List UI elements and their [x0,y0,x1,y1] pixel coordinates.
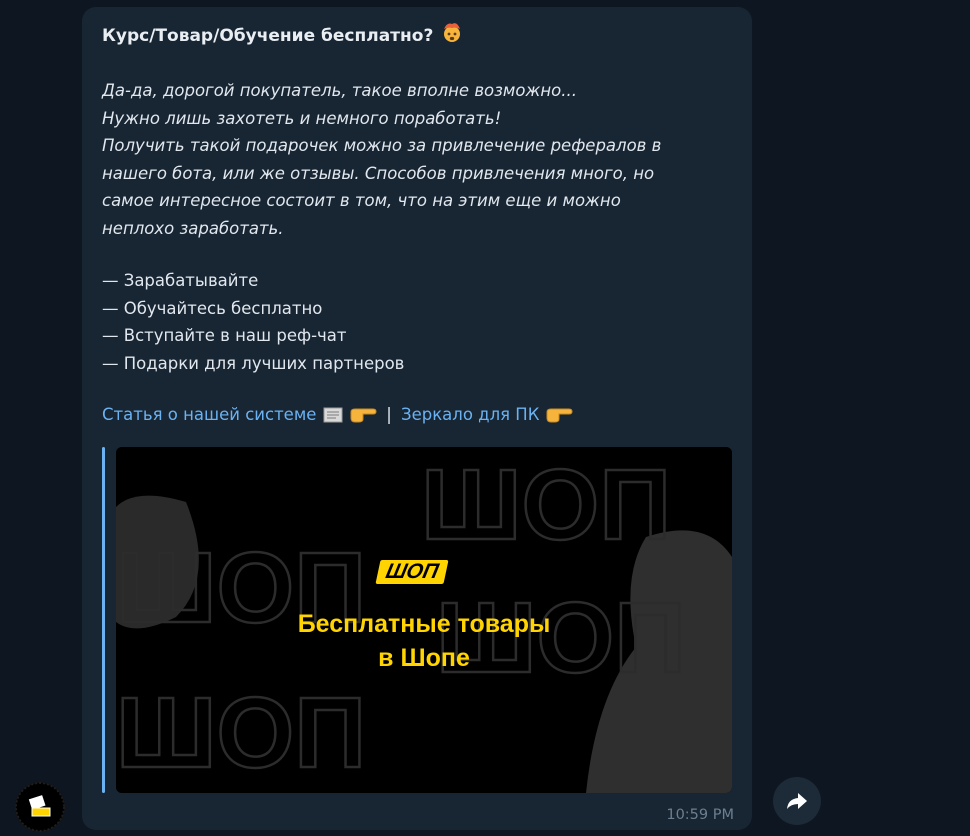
message-time: 10:59 PM [666,807,734,823]
headline-line: Бесплатные товары [297,610,551,638]
bullet-list: — Зарабатывайте — Обучайтесь бесплатно —… [102,267,404,377]
channel-avatar-icon [15,782,65,832]
links-row: Статья о нашей системе | Зеркало для ПК [102,404,573,425]
intro-line: нашего бота, или же отзывы. Способов при… [102,163,655,183]
pointing-right-icon [545,405,573,424]
chat-view: Курс/Товар/Обучение бесплатно? Да-да, до… [0,0,970,836]
list-item: — Подарки для лучших партнеров [102,353,405,373]
message-intro: Да-да, дорогой покупатель, такое вполне … [102,77,742,242]
pointing-right-icon [349,405,382,424]
preview-image[interactable]: ШОП ШОП ШОП ШОП ШОП Бесплатные товары в … [116,447,732,793]
background-word: ШОП [421,449,671,561]
newspaper-icon [322,404,349,423]
channel-avatar[interactable] [15,782,65,832]
message-bubble: Курс/Товар/Обучение бесплатно? Да-да, до… [82,7,752,830]
exploding-head-icon [441,21,463,48]
shop-logo: ШОП [375,560,449,584]
share-button[interactable] [773,777,821,825]
link-preview[interactable]: ШОП ШОП ШОП ШОП ШОП Бесплатные товары в … [102,447,732,793]
mirror-link[interactable]: Зеркало для ПК [401,405,539,424]
headline-line: в Шопе [378,644,470,672]
background-word: ШОП [116,677,366,789]
link-separator: | [386,405,392,424]
preview-headline: Бесплатные товары в Шопе [116,607,732,675]
preview-accent-bar [102,447,105,793]
article-link[interactable]: Статья о нашей системе [102,405,316,424]
list-item: — Вступайте в наш реф-чат [102,326,347,345]
intro-line: Да-да, дорогой покупатель, такое вполне … [102,81,577,100]
message-title-text: Курс/Товар/Обучение бесплатно? [102,26,434,46]
share-arrow-icon [787,793,807,809]
intro-line: самое интересное состоит в том, что на э… [102,191,621,210]
message-title: Курс/Товар/Обучение бесплатно? [102,21,463,48]
intro-line: Нужно лишь захотеть и немного поработать… [102,108,502,128]
list-item: — Обучайтесь бесплатно [102,298,323,318]
list-item: — Зарабатывайте [102,271,259,290]
intro-line: неплохо заработать. [102,218,284,238]
intro-line: Получить такой подарочек можно за привле… [102,136,662,155]
